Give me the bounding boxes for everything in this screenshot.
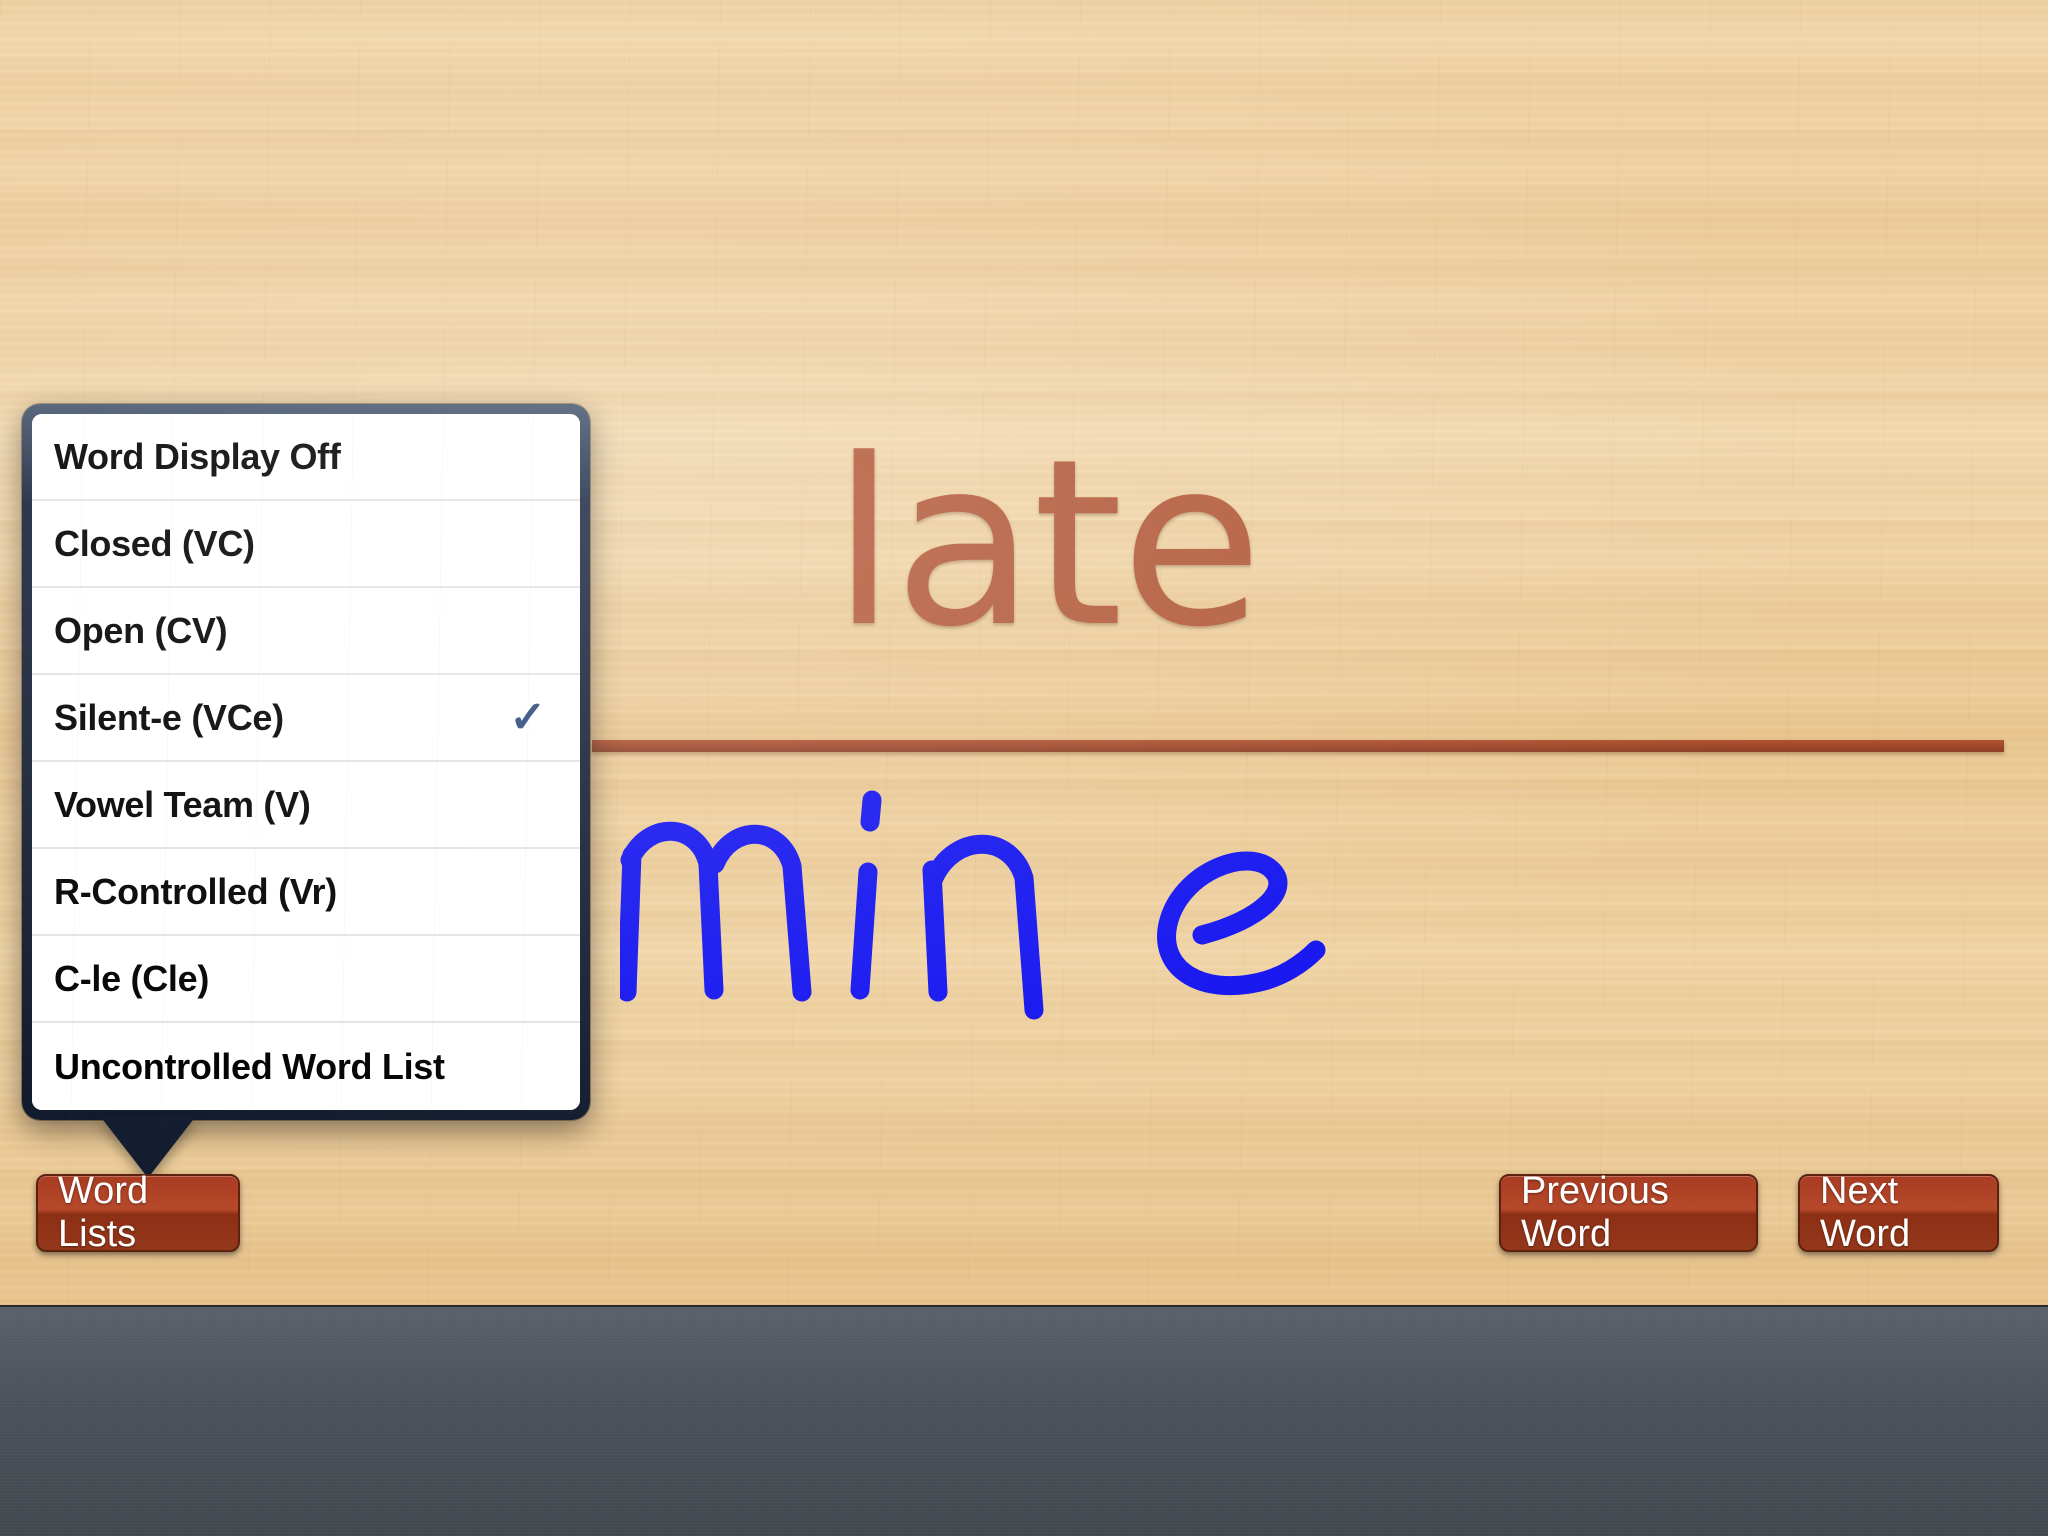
menu-item-vowel-team-v[interactable]: Vowel Team (V) ✓ (32, 762, 580, 849)
menu-item-label: Vowel Team (V) (54, 783, 311, 825)
word-lists-popover: Word Display Off ✓ Closed (VC) ✓ Open (C… (22, 404, 590, 1120)
menu-item-label: Uncontrolled Word List (54, 1045, 445, 1087)
writing-rule-line (592, 740, 2004, 752)
menu-item-c-le-cle[interactable]: C-le (Cle) ✓ (32, 936, 580, 1023)
menu-item-label: Word Display Off (54, 435, 341, 477)
popover-arrow (100, 1116, 196, 1178)
handwritten-word-mine (620, 790, 1326, 1020)
word-lists-button[interactable]: Word Lists (36, 1170, 240, 1255)
menu-item-closed-vc[interactable]: Closed (VC) ✓ (32, 501, 580, 588)
wood-canvas[interactable]: late Word Display Off Closed (VC) Open (… (0, 0, 2048, 1305)
menu-item-uncontrolled-word-list[interactable]: Uncontrolled Word List ✓ (32, 1023, 580, 1110)
next-word-button[interactable]: Next Word (1798, 1170, 1999, 1255)
menu-item-label: C-le (Cle) (54, 957, 210, 999)
menu-item-silent-e-vce[interactable]: Silent-e (VCe) ✓ (32, 675, 580, 762)
menu-item-word-display-off[interactable]: Word Display Off ✓ (32, 414, 580, 501)
screen-root: late Word Display Off Closed (VC) Open (… (0, 0, 2048, 1536)
previous-word-button[interactable]: Previous Word (1499, 1170, 1758, 1255)
menu-item-label: Closed (VC) (54, 522, 255, 564)
menu-item-label: Silent-e (VCe) (54, 696, 284, 738)
checkmark-icon: ✓ (509, 692, 546, 742)
menu-item-label: Open (CV) (54, 609, 228, 651)
word-lists-menu: Word Display Off ✓ Closed (VC) ✓ Open (C… (32, 414, 580, 1110)
menu-item-r-controlled-vr[interactable]: R-Controlled (Vr) ✓ (32, 849, 580, 936)
control-center-bar (0, 1305, 2048, 1536)
menu-item-open-cv[interactable]: Open (CV) ✓ (32, 588, 580, 675)
menu-item-label: R-Controlled (Vr) (54, 870, 337, 912)
target-word: late (832, 411, 1263, 678)
